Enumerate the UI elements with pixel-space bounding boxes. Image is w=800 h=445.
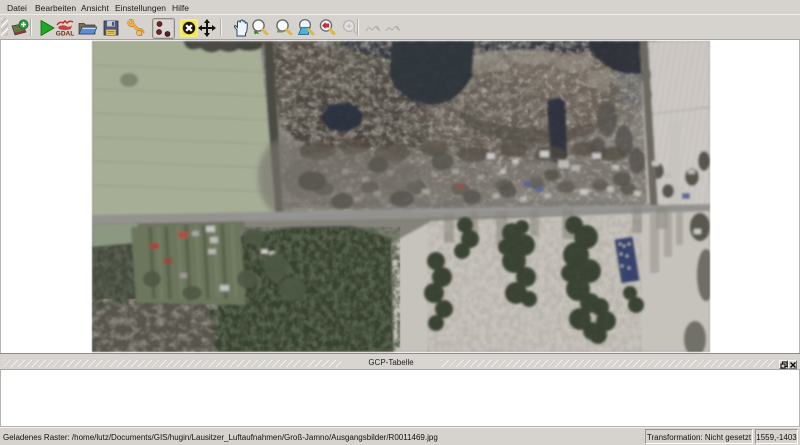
svg-text:GDAL: GDAL — [56, 31, 74, 38]
